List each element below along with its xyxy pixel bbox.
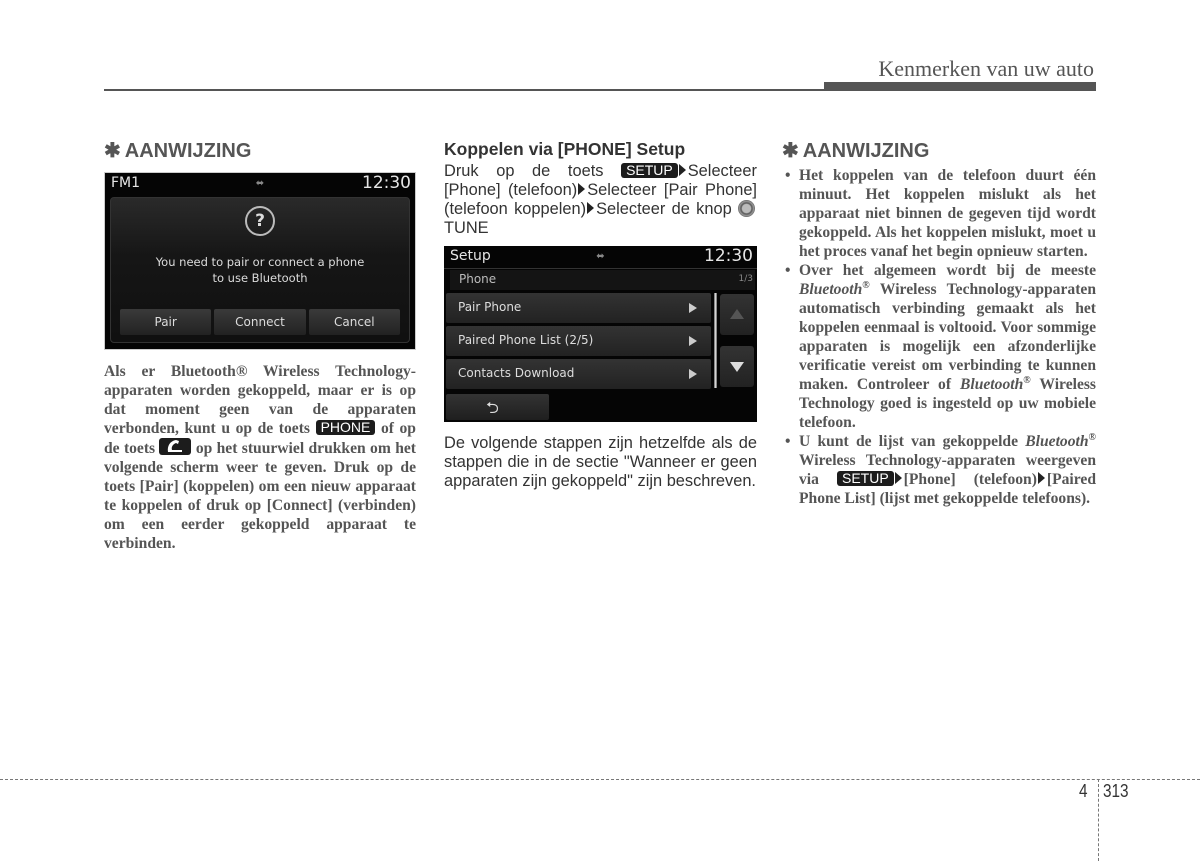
steps-paragraph: Druk op de toets SETUP Selecteer [Phone] … — [444, 162, 757, 237]
note-heading: ✱ AANWIJZING — [782, 138, 1096, 164]
footer-divider — [1098, 779, 1099, 861]
page-indicator: 1/3 — [738, 274, 753, 284]
bluetooth-prompt-screen: FM1 ⬌ 12:30 ? You need to pair or connec… — [104, 172, 416, 350]
setup-key-badge: SETUP — [621, 163, 678, 178]
clock: 12:30 — [362, 173, 411, 193]
question-icon: ? — [245, 206, 275, 236]
menu-item-pair-phone[interactable]: Pair Phone — [446, 293, 711, 323]
header-rule-tab — [824, 82, 1096, 91]
steps-note-paragraph: De volgende stappen zijn hetzelfde als d… — [444, 434, 757, 490]
subtitle: Phone — [459, 272, 497, 286]
usb-icon: ⬌ — [596, 251, 605, 262]
phone-handset-icon — [159, 438, 192, 455]
page-number: 313 — [1103, 781, 1129, 801]
setup-key-badge: SETUP — [836, 471, 894, 486]
column-2: Koppelen via [PHONE] Setup Druk op de to… — [444, 138, 757, 491]
back-arrow-icon: ⮌ — [486, 398, 499, 417]
scroll-up-button[interactable] — [720, 294, 754, 335]
note-heading: ✱ AANWIJZING — [104, 138, 416, 164]
connect-button[interactable]: Connect — [214, 309, 306, 335]
setup-phone-screen: Setup ⬌ 12:30 Phone 1/3 Pair Phone Paire… — [444, 246, 757, 422]
list-item: • Het koppelen van de telefoon duurt één… — [785, 167, 1096, 260]
cancel-button[interactable]: Cancel — [308, 309, 400, 335]
column-1: ✱ AANWIJZING FM1 ⬌ 12:30 ? You need to pa… — [104, 138, 416, 553]
arrow-right-icon — [678, 164, 686, 176]
status-bar: FM1 ⬌ 12:30 — [105, 173, 415, 195]
chevron-right-icon — [689, 336, 697, 346]
arrow-right-icon — [894, 472, 902, 484]
arrow-right-icon — [587, 202, 595, 214]
menu-item-contacts-download[interactable]: Contacts Download — [446, 359, 711, 389]
dialog-message: You need to pair or connect a phone to u… — [155, 255, 365, 285]
arrow-up-icon — [730, 309, 744, 319]
menu-list: Pair Phone Paired Phone List (2/5) Conta… — [446, 293, 711, 392]
section-heading: Koppelen via [PHONE] Setup — [444, 139, 686, 159]
asterisk-icon: ✱ — [782, 140, 799, 162]
usb-icon: ⬌ — [255, 178, 265, 189]
chapter-number: 4 — [1079, 781, 1088, 801]
asterisk-icon: ✱ — [104, 140, 121, 162]
list-item: • Over het algemeen wordt bij de meeste … — [785, 262, 1097, 431]
header-rule — [104, 89, 826, 91]
arrow-right-icon — [1037, 472, 1045, 484]
column-3: ✱ AANWIJZING • Het koppelen van de telefo… — [782, 138, 1096, 508]
back-button[interactable]: ⮌ — [446, 394, 549, 420]
note-paragraph: Als er Bluetooth® Wireless Technology-ap… — [104, 363, 416, 552]
arrow-right-icon — [578, 183, 586, 195]
bullet-icon: • — [785, 262, 791, 279]
pair-button[interactable]: Pair — [120, 309, 212, 335]
pair-dialog: ? You need to pair or connect a phone to… — [110, 197, 410, 343]
arrow-down-icon — [730, 362, 744, 372]
tune-knob-icon — [737, 200, 755, 217]
clock: 12:30 — [704, 246, 753, 266]
phone-key-badge: PHONE — [315, 420, 376, 435]
note-title: AANWIJZING — [802, 140, 930, 162]
note-bullets: • Het koppelen van de telefoon duurt één… — [782, 166, 1096, 508]
bullet-icon: • — [785, 433, 791, 450]
bullet-icon: • — [785, 167, 791, 184]
list-item: • U kunt de lijst van gekoppelde Bluetoo… — [785, 432, 1096, 508]
chevron-right-icon — [689, 369, 697, 379]
section-title: Kenmerken van uw auto — [878, 56, 1094, 81]
note-title: AANWIJZING — [124, 140, 252, 162]
source-label: FM1 — [111, 175, 141, 191]
status-bar: Setup ⬌ 12:30 — [444, 246, 757, 269]
scrollbar[interactable] — [714, 293, 717, 388]
screen-title: Setup — [450, 248, 491, 264]
dialog-buttons: Pair Connect Cancel — [120, 309, 400, 335]
chevron-right-icon — [689, 303, 697, 313]
menu-item-paired-phone-list[interactable]: Paired Phone List (2/5) — [446, 326, 711, 356]
scroll-down-button[interactable] — [720, 346, 754, 387]
footer-rule — [0, 779, 1200, 780]
subtitle-bar: Phone 1/3 — [450, 270, 755, 290]
